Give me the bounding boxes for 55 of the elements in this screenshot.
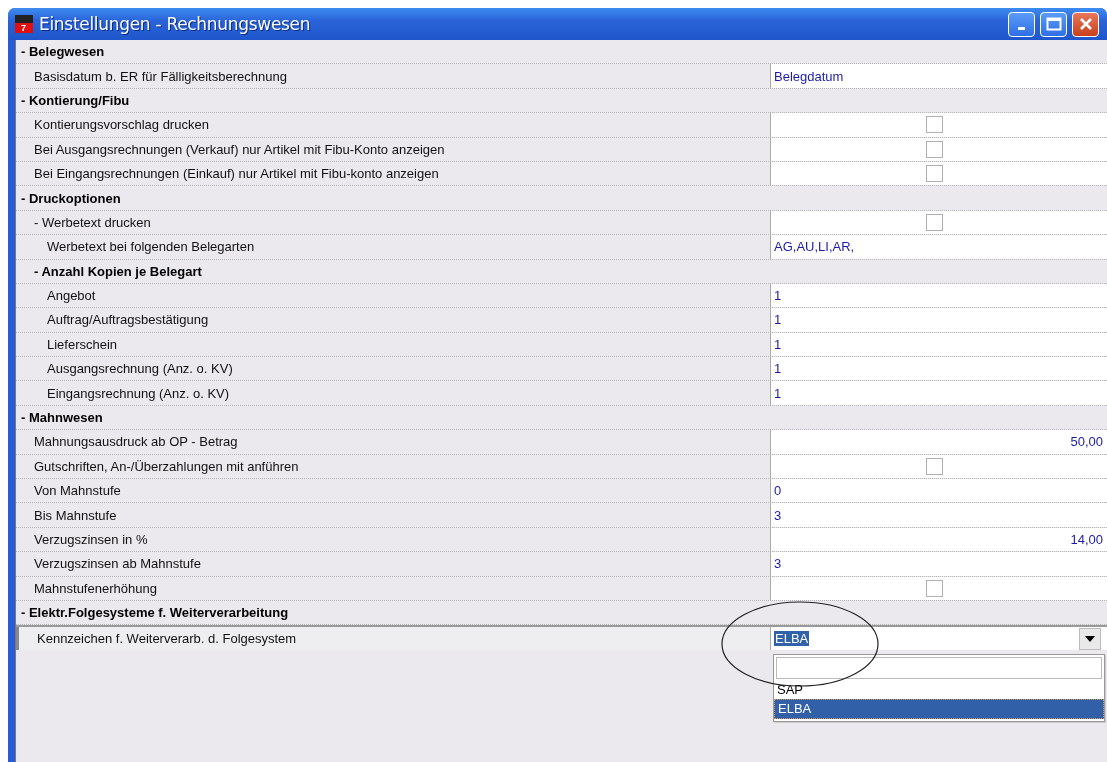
- value-field[interactable]: 1: [770, 332, 1107, 357]
- setting-label: Mahnstufenerhöhung: [33, 579, 158, 598]
- app-icon-number: 7: [21, 23, 26, 33]
- checkbox[interactable]: [926, 213, 943, 231]
- section-heading[interactable]: - Elektr.Folgesysteme f. Weiterverarbeitung: [16, 601, 1107, 626]
- minimize-icon: [1018, 26, 1025, 30]
- checkbox[interactable]: [926, 140, 943, 158]
- checkbox[interactable]: [926, 116, 943, 134]
- empty-option[interactable]: [776, 656, 1102, 679]
- setting-label: Bis Mahnstufe: [33, 506, 118, 525]
- dropdown-option[interactable]: ELBA: [774, 698, 1104, 719]
- setting-label: Eingangsrechnung (Anz. o. KV): [46, 384, 231, 403]
- dropdown-button[interactable]: [1079, 627, 1101, 650]
- value-field[interactable]: 14,00: [770, 527, 1107, 552]
- setting-label: Werbetext bei folgenden Belegarten: [46, 238, 256, 257]
- setting-label: Von Mahnstufe: [33, 482, 122, 501]
- checkbox[interactable]: [926, 457, 943, 475]
- setting-label: Angebot: [46, 287, 97, 306]
- maximize-icon: [1045, 17, 1062, 31]
- setting-label: Gutschriften, An-/Überzahlungen mit anführen: [33, 457, 300, 476]
- minimize-button[interactable]: [1008, 11, 1035, 37]
- value-field[interactable]: 3: [770, 552, 1107, 576]
- setting-label: Basisdatum b. ER für Fälligkeitsberechnung: [33, 67, 288, 86]
- maximize-button[interactable]: [1040, 11, 1067, 37]
- setting-label: Kontierungsvorschlag drucken: [33, 116, 210, 135]
- close-icon: [1077, 16, 1094, 32]
- checkbox[interactable]: [926, 165, 943, 183]
- app-icon: [15, 15, 33, 33]
- setting-label: Bei Eingangsrechnungen (Einkauf) nur Artikel mit Fibu-konto anzeigen: [33, 165, 440, 184]
- setting-label: Lieferschein: [46, 335, 119, 354]
- close-button[interactable]: [1072, 11, 1099, 37]
- setting-label: Verzugszinsen in %: [33, 531, 149, 549]
- value-field[interactable]: 1: [770, 283, 1107, 308]
- dropdown-option[interactable]: SAP: [774, 680, 1104, 699]
- section-heading[interactable]: - Druckoptionen: [16, 186, 1107, 211]
- section-heading[interactable]: - Anzahl Kopien je Belegart: [16, 259, 1107, 284]
- setting-label: Kennzeichen f. Weiterverarb. d. Folgesystem: [16, 627, 770, 650]
- value-field[interactable]: 1: [770, 308, 1107, 332]
- value-field[interactable]: 3: [770, 503, 1107, 527]
- setting-label: - Werbetext drucken: [33, 213, 152, 232]
- setting-label: Verzugszinsen ab Mahnstufe: [33, 555, 202, 574]
- value-field[interactable]: 1: [770, 381, 1107, 405]
- window-title: Einstellungen - Rechnungswesen: [39, 14, 311, 34]
- caret-icon: [1085, 635, 1095, 642]
- dropdown-field[interactable]: ELBA: [770, 627, 1107, 650]
- value-field[interactable]: 50,00: [770, 430, 1107, 454]
- value-field[interactable]: AG,AU,LI,AR,: [770, 235, 1107, 259]
- setting-label: Ausgangsrechnung (Anz. o. KV): [46, 360, 234, 379]
- setting-label: Bei Ausgangsrechnungen (Verkauf) nur Artikel mit Fibu-Konto anzeigen: [33, 140, 446, 159]
- value-field[interactable]: Belegdatum: [770, 64, 1107, 88]
- value-field[interactable]: 1: [770, 357, 1107, 381]
- setting-label: Mahnungsausdruck ab OP - Betrag: [33, 433, 239, 452]
- checkbox[interactable]: [926, 579, 943, 597]
- value-field[interactable]: 0: [770, 479, 1107, 503]
- setting-label: Auftrag/Auftragsbestätigung: [46, 311, 210, 330]
